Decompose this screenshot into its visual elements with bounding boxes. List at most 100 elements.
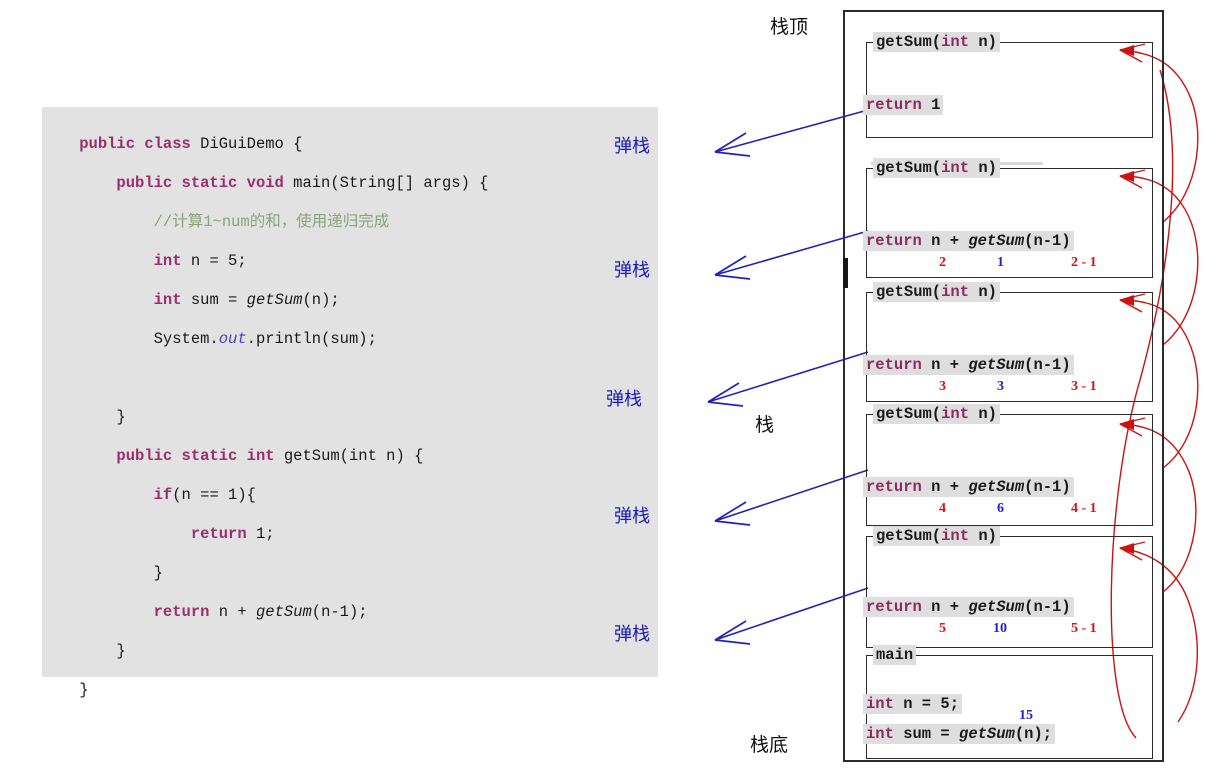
code-token: sum = <box>190 291 247 309</box>
stack-frame: getSum(int n) return n + getSum(n-1) 2 1 2 -… <box>863 158 1153 278</box>
code-line: public static void main(String[] args) { <box>42 164 658 203</box>
frame-token: getSum <box>968 598 1025 616</box>
code-token: out <box>218 330 247 348</box>
frame-token: main <box>876 646 914 664</box>
frame-token: int <box>941 159 970 177</box>
code-token: //计算1~num的和，使用递归完成 <box>153 213 390 231</box>
frame-annotation-number: 4 - 1 <box>1071 501 1097 516</box>
code-line: if(n == 1){ <box>42 476 658 515</box>
stack-border-nub <box>843 258 848 288</box>
code-token: DiGuiDemo { <box>200 135 303 153</box>
frame-token: 1 <box>921 96 941 114</box>
code-token: getSum(int n) { <box>283 447 424 465</box>
frame-token: return <box>866 478 922 496</box>
java-code-block: public class DiGuiDemo { public static v… <box>42 107 658 699</box>
code-token: } <box>116 408 126 426</box>
code-token: } <box>116 642 126 660</box>
frame-token: n + <box>921 598 969 616</box>
code-line: } <box>42 671 658 710</box>
stack-frame: getSum(int n) return 1 <box>863 32 1153 138</box>
frame-annotation-number: 5 - 1 <box>1071 621 1097 636</box>
code-line: public static int getSum(int n) { <box>42 437 658 476</box>
code-token: int <box>153 252 191 270</box>
stack-frame-title: getSum(int n) <box>873 32 1000 52</box>
frame-token: int <box>866 695 894 713</box>
frame-token: n) <box>969 159 997 177</box>
label-pop-stack-5: 弹栈 <box>614 624 650 645</box>
code-line: } <box>42 554 658 593</box>
stack-frame-body: return n + getSum(n-1) <box>863 355 1074 375</box>
stack-frame-body: return n + getSum(n-1) <box>863 231 1074 251</box>
code-line: public class DiGuiDemo { <box>42 125 658 164</box>
frame-token: n) <box>969 283 997 301</box>
frame-token: n + <box>921 232 969 250</box>
code-token: getSum <box>246 291 303 309</box>
frame-annotation-number: 4 <box>939 501 946 516</box>
code-line: } <box>42 398 658 437</box>
frame-token: (n-1) <box>1024 356 1071 374</box>
code-token: (n == 1){ <box>172 486 256 504</box>
code-token: if <box>153 486 173 504</box>
code-token: (n-1); <box>311 603 368 621</box>
frame-token: int <box>941 33 970 51</box>
frame-token: int <box>941 405 970 423</box>
frame-annotation-number: 3 <box>997 379 1004 394</box>
code-token: n = 5; <box>190 252 247 270</box>
frame-annotation-number: 2 <box>939 255 946 270</box>
frame-token: n) <box>969 405 997 423</box>
frame-token: int <box>941 527 970 545</box>
frame-token: n + <box>921 356 969 374</box>
frame-annotation-number: 1 <box>997 255 1004 270</box>
stack-frame-body: return n + getSum(n-1) <box>863 477 1074 497</box>
stack-frame-title: getSum(int n) <box>873 526 1000 546</box>
code-token: n + <box>218 603 256 621</box>
call-stack-diagram: 栈顶 栈 栈底 弹栈 弹栈 弹栈 弹栈 弹栈 getSum(int n) retu… <box>600 0 1211 780</box>
frame-token: getSum( <box>876 283 942 301</box>
code-token: public class <box>79 135 201 153</box>
frame-token: getSum <box>968 478 1025 496</box>
frame-token: (n); <box>1014 725 1053 743</box>
frame-token: (n-1) <box>1024 478 1071 496</box>
code-token: public static int <box>116 447 284 465</box>
label-pop-stack-3: 弹栈 <box>606 389 642 410</box>
code-line: //计算1~num的和，使用递归完成 <box>42 203 658 242</box>
stack-frame-title: getSum(int n) <box>873 282 1000 302</box>
stack-frame-body-2: int sum = getSum(n); <box>863 724 1056 744</box>
code-line <box>42 359 658 398</box>
frame-annotation-number: 10 <box>993 621 1007 636</box>
frame-token: n + <box>921 478 969 496</box>
frame-token: getSum <box>968 232 1025 250</box>
label-stack-top: 栈顶 <box>770 16 809 38</box>
label-stack: 栈 <box>755 414 775 436</box>
frame-annotation-number: 3 - 1 <box>1071 379 1097 394</box>
code-line: return n + getSum(n-1); <box>42 593 658 632</box>
code-token: getSum <box>255 603 312 621</box>
code-token: public static void <box>116 174 294 192</box>
code-token: 1; <box>255 525 275 543</box>
frame-token: n) <box>969 33 997 51</box>
frame-token: return <box>866 598 922 616</box>
frame-token: (n-1) <box>1024 598 1071 616</box>
stack-frame: main int n = 5; int sum = getSum(n); 15 <box>863 645 1153 759</box>
code-token: main(String[] args) { <box>293 174 489 192</box>
code-token: .println(sum); <box>246 330 377 348</box>
code-token: return <box>190 525 256 543</box>
frame-token: getSum( <box>876 159 942 177</box>
stack-frame-body: return 1 <box>863 95 944 115</box>
frame-annotation-number: 6 <box>997 501 1004 516</box>
frame-token: n = 5; <box>893 695 960 713</box>
frame-token: return <box>866 96 922 114</box>
stack-frame: getSum(int n) return n + getSum(n-1) 3 3 3 -… <box>863 282 1153 402</box>
